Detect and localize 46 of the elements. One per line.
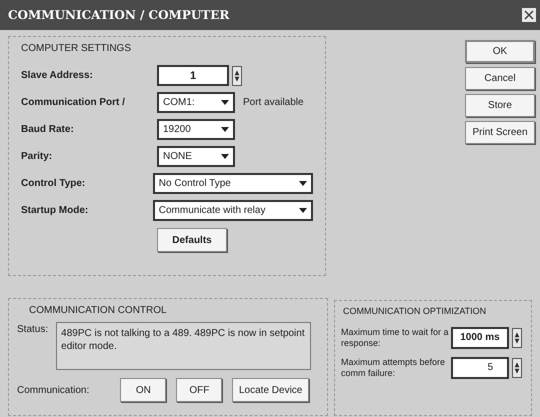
communication-button[interactable]: ON xyxy=(120,378,166,402)
field-label: Maximum time to wait for a response: xyxy=(341,326,450,348)
group-title: COMMUNICATION OPTIMIZATION xyxy=(343,305,488,318)
dropdown[interactable]: Communicate with relay xyxy=(152,200,313,221)
dropdown-value: NONE xyxy=(163,150,192,164)
field-label: Maximum attempts before comm failure: xyxy=(341,356,446,378)
number-field[interactable]: 5 xyxy=(451,356,509,378)
status-message: 489PC is not talking to a 489. 489PC is now in setpoint editor mode. xyxy=(56,322,312,370)
dialog-button[interactable]: Cancel xyxy=(465,67,535,90)
spinner-arrows-icon[interactable] xyxy=(512,358,522,378)
dropdown[interactable]: COM1: xyxy=(157,92,235,113)
field-label: Slave Address: xyxy=(21,69,94,83)
spinner-arrows-icon[interactable] xyxy=(512,328,522,348)
defaults-button[interactable]: Defaults xyxy=(157,228,227,252)
dropdown-caret-icon xyxy=(221,154,229,159)
dropdown[interactable]: 19200 xyxy=(157,119,235,140)
group-title: COMPUTER SETTINGS xyxy=(21,42,132,56)
status-label: Status: xyxy=(17,323,48,337)
dropdown-caret-icon xyxy=(299,181,307,186)
dropdown-value: Communicate with relay xyxy=(158,204,266,218)
field-label: Control Type: xyxy=(21,177,86,191)
spinner-arrows-icon[interactable] xyxy=(232,66,242,86)
dialog-button[interactable]: OK xyxy=(465,40,535,63)
dropdown-caret-icon xyxy=(299,208,307,213)
close-icon[interactable] xyxy=(522,8,536,22)
address-field[interactable]: 1 xyxy=(157,65,229,86)
field-label: Baud Rate: xyxy=(21,123,75,137)
group-title: COMMUNICATION CONTROL xyxy=(29,304,168,318)
window-title: COMMUNICATION / COMPUTER xyxy=(8,7,230,24)
dropdown-value: No Control Type xyxy=(158,177,231,191)
dropdown-value: 19200 xyxy=(163,123,191,137)
dropdown[interactable]: NONE xyxy=(157,146,235,167)
field-label: Communication Port / xyxy=(21,96,126,110)
field-label: Parity: xyxy=(21,150,54,164)
number-field[interactable]: 1000 ms xyxy=(451,326,509,348)
communication-label: Communication: xyxy=(17,384,90,398)
communication-button[interactable]: OFF xyxy=(176,378,222,402)
field-label: Startup Mode: xyxy=(21,204,90,218)
dropdown-value: COM1: xyxy=(163,96,195,110)
dropdown[interactable]: No Control Type xyxy=(152,173,313,194)
dialog-button[interactable]: Store xyxy=(465,94,535,117)
dropdown-caret-icon xyxy=(221,127,229,132)
communication-button[interactable]: Locate Device xyxy=(232,378,310,402)
dropdown-caret-icon xyxy=(221,100,229,105)
port-status-text: Port available xyxy=(243,96,304,110)
dialog-button[interactable]: Print Screen xyxy=(465,121,535,144)
